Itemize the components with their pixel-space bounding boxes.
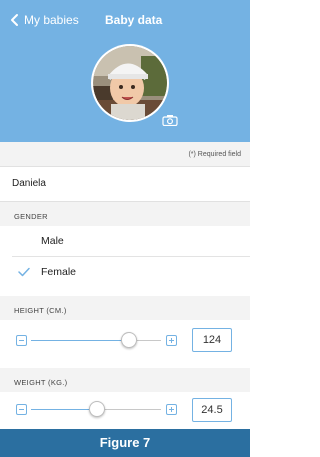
baby-avatar[interactable] xyxy=(91,44,169,122)
minus-icon xyxy=(19,340,24,341)
weight-section-header: WEIGHT (KG.) xyxy=(0,368,250,392)
height-slider-track-filled xyxy=(31,340,126,341)
plus-icon-v xyxy=(171,338,172,343)
weight-slider-knob[interactable] xyxy=(89,401,105,417)
gender-option-female[interactable]: Female xyxy=(0,257,250,287)
required-note-row: (*) Required field xyxy=(0,142,250,166)
height-slider-knob[interactable] xyxy=(121,332,137,348)
weight-increase-button[interactable] xyxy=(166,404,177,415)
weight-decrease-button[interactable] xyxy=(16,404,27,415)
app-header: My babies Baby data xyxy=(0,0,250,142)
height-slider-row: 124 xyxy=(0,322,250,358)
weight-slider-track xyxy=(104,409,161,410)
page-title: Baby data xyxy=(105,13,163,27)
height-label: HEIGHT (CM.) xyxy=(14,306,67,315)
weight-slider-row: 24.5 xyxy=(0,392,250,428)
height-section-header: HEIGHT (CM.) xyxy=(0,296,250,320)
gender-option-male[interactable]: Male xyxy=(0,226,250,256)
weight-value-input[interactable]: 24.5 xyxy=(192,398,232,422)
height-value-input[interactable]: 124 xyxy=(192,328,232,352)
plus-icon-v xyxy=(171,407,172,412)
minus-icon xyxy=(19,409,24,410)
required-note: (*) Required field xyxy=(188,151,241,158)
camera-icon[interactable] xyxy=(162,114,178,126)
height-slider-track xyxy=(137,340,161,341)
height-decrease-button[interactable] xyxy=(16,335,27,346)
back-button[interactable]: My babies xyxy=(8,10,79,30)
name-field[interactable]: Daniela xyxy=(0,166,250,202)
figure-caption: Figure 7 xyxy=(0,429,250,457)
name-value: Daniela xyxy=(12,178,46,189)
gender-section-header: GENDER xyxy=(0,202,250,226)
checkmark-icon xyxy=(18,267,30,277)
gender-option-label: Male xyxy=(41,235,64,247)
chevron-left-icon xyxy=(11,14,18,26)
weight-slider-track-filled xyxy=(31,409,89,410)
back-label: My babies xyxy=(24,13,79,27)
gender-label: GENDER xyxy=(14,212,48,221)
gender-option-label: Female xyxy=(41,266,77,278)
weight-label: WEIGHT (KG.) xyxy=(14,378,68,387)
baby-photo xyxy=(93,46,167,120)
height-increase-button[interactable] xyxy=(166,335,177,346)
